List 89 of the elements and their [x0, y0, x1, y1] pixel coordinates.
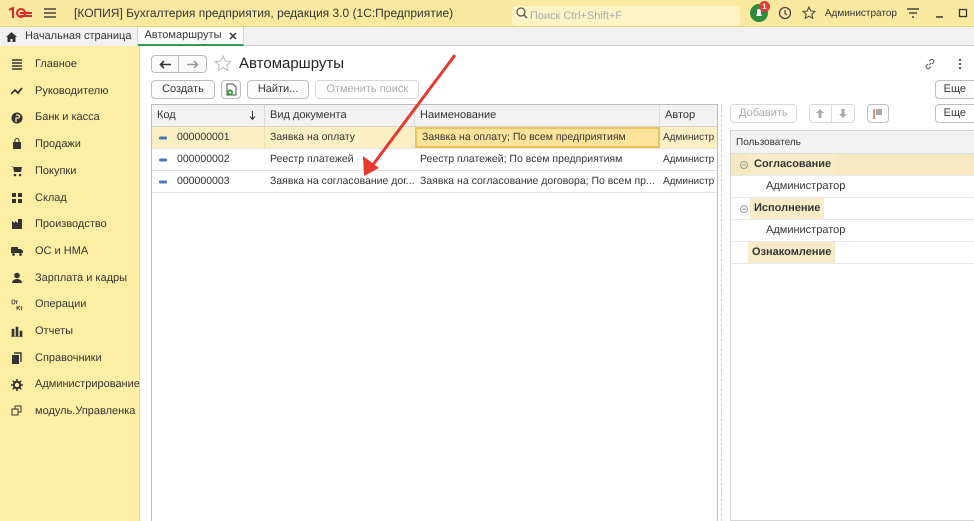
bar-chart-icon — [11, 325, 23, 338]
group-label: Исполнение — [750, 198, 824, 219]
sidebar-item[interactable]: ОС и НМА — [0, 238, 139, 264]
table-cell-text: Реестр платежей — [269, 152, 355, 167]
star-icon[interactable] — [214, 55, 232, 73]
collapse-icon[interactable] — [740, 204, 748, 212]
letters-icon — [11, 298, 23, 311]
table-cell: Заявка на оплату; По всем предприятиям — [415, 127, 660, 148]
tree-row-highlight[interactable]: Согласование — [731, 154, 974, 176]
sidebar-item[interactable]: Операции — [0, 291, 139, 318]
table-cell-text: Администр — [662, 175, 716, 189]
table-cell-text: Реестр платежей; По всем предприятиям — [419, 152, 624, 167]
flag-icon — [872, 108, 883, 118]
table-cell-text: 000000003 — [177, 174, 230, 189]
item-icon — [159, 158, 167, 162]
grid-icon — [11, 192, 23, 204]
table-cell-text: 000000001 — [177, 130, 230, 145]
column-header[interactable]: Пользователь — [731, 131, 974, 154]
form-title: Автомаршруты — [239, 54, 344, 74]
factory-icon — [11, 218, 23, 230]
tree-item[interactable]: Администратор — [766, 222, 846, 239]
back-button[interactable] — [151, 55, 179, 73]
sidebar-item[interactable]: Продажи — [0, 131, 139, 158]
column-header[interactable]: Вид документа — [265, 105, 415, 126]
history-icon[interactable] — [778, 6, 792, 20]
search-icon — [516, 7, 528, 19]
menu-icon[interactable] — [43, 7, 57, 19]
sidebar-item[interactable]: Зарплата и кадры — [0, 264, 139, 292]
tree-item[interactable]: Администратор — [766, 178, 846, 195]
more-icon[interactable] — [958, 58, 962, 70]
sidebar-item[interactable]: модуль.Управленка — [0, 398, 139, 425]
lines-icon — [11, 58, 23, 70]
tab[interactable]: Автомаршруты — [138, 27, 244, 46]
sidebar-item[interactable]: Покупки — [0, 158, 139, 184]
column-header[interactable]: Код — [157, 107, 176, 124]
more-button[interactable]: Еще — [934, 80, 974, 98]
toolbar-button[interactable] — [866, 104, 889, 123]
sidebar-item[interactable]: Склад — [0, 184, 139, 212]
sidebar-item[interactable]: Руководителю — [0, 78, 139, 104]
link-icon[interactable] — [924, 58, 936, 70]
toolbar-button[interactable]: Создать — [151, 80, 215, 98]
column-header[interactable]: Наименование — [415, 105, 660, 126]
left-arrow-icon — [159, 60, 171, 68]
item-icon — [159, 180, 167, 184]
cart-icon — [11, 165, 23, 178]
group-label: Ознакомление — [748, 242, 836, 263]
table-cell-text: Администр — [662, 153, 716, 167]
table-cell-text: Администр — [662, 131, 716, 145]
toolbar-button[interactable]: Найти... — [246, 80, 310, 98]
sidebar-item[interactable]: Справочники — [0, 344, 139, 372]
notification-badge: 1 — [758, 1, 770, 12]
tab[interactable]: Начальная страница — [0, 27, 138, 46]
windows-icon — [11, 405, 23, 418]
up-arrow-icon — [816, 109, 824, 118]
sidebar-item[interactable]: Отчеты — [0, 318, 139, 345]
right-arrow-icon — [186, 60, 198, 68]
filter-icon[interactable] — [906, 7, 920, 19]
copy-button[interactable] — [220, 80, 241, 98]
coin-icon — [11, 112, 23, 124]
home-icon — [6, 32, 17, 42]
table-cell-text: 000000002 — [177, 152, 230, 167]
star-icon[interactable] — [802, 6, 816, 20]
trend-icon — [11, 85, 23, 98]
logo-icon — [7, 6, 33, 20]
table-cell-text: Заявка на оплату — [269, 130, 356, 145]
window-title: [КОПИЯ] Бухгалтерия предприятия, редакция 3.0 (1С:Предприятие) — [74, 5, 454, 22]
table-cell-text: Заявка на согласование договора; По всем пр... — [419, 174, 656, 189]
sidebar-item[interactable]: Главное — [0, 51, 139, 78]
more-button[interactable]: Еще — [934, 104, 974, 123]
item-icon — [159, 136, 167, 140]
table-row[interactable]: 000000001 Заявка на оплату Заявка на оплату; По всем предприятиям Администр — [152, 127, 717, 149]
sidebar-item[interactable]: Банк и касса — [0, 104, 139, 132]
truck-icon — [11, 245, 23, 258]
table-cell-text: Заявка на согласование дог... — [269, 174, 415, 189]
settings-icon — [11, 378, 23, 391]
sidebar-item[interactable]: Администрирование — [0, 371, 139, 398]
search-field[interactable]: Поиск Ctrl+Shift+F — [512, 6, 740, 26]
bag-icon — [11, 138, 23, 150]
close-icon — [229, 32, 238, 40]
user-name[interactable]: Администратор — [824, 6, 897, 20]
books-icon — [11, 352, 23, 364]
document-plus-icon — [224, 82, 237, 96]
maximize-icon[interactable] — [958, 8, 968, 18]
down-arrow-icon — [838, 109, 847, 118]
sidebar-item[interactable]: Производство — [0, 211, 139, 238]
sort-down-icon — [249, 110, 256, 120]
column-header[interactable]: Автор — [660, 105, 717, 126]
group-label: Согласование — [750, 154, 836, 175]
person-icon — [11, 272, 23, 284]
